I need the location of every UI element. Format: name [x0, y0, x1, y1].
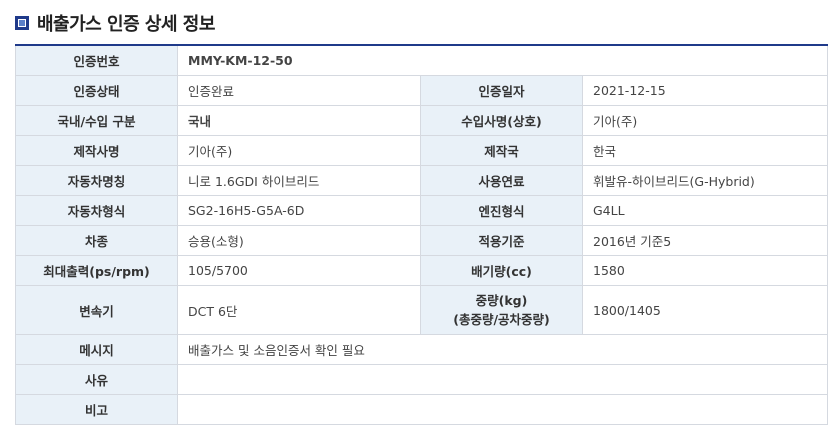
square-bullet-icon [15, 16, 29, 30]
vehicle-name-label: 자동차명칭 [15, 165, 178, 196]
vehicle-type-label: 자동차형식 [15, 195, 178, 226]
cert-no-label: 인증번호 [15, 44, 178, 76]
maker-label: 제작사명 [15, 135, 178, 166]
certification-detail-table: 인증번호 MMY-KM-12-50 인증상태 인증완료 인증일자 2021-12… [15, 44, 828, 425]
displacement-label: 배기량(cc) [420, 255, 583, 286]
origin-value: 국내 [177, 105, 421, 136]
cert-status-label: 인증상태 [15, 75, 178, 106]
table-row: 메시지 배출가스 및 소음인증서 확인 필요 [15, 334, 828, 365]
engine-type-value: G4LL [582, 195, 828, 226]
table-row: 인증번호 MMY-KM-12-50 [15, 44, 828, 76]
engine-type-label: 엔진형식 [420, 195, 583, 226]
weight-label-line1: 중량(kg) [475, 293, 528, 308]
vehicle-name-value: 니로 1.6GDI 하이브리드 [177, 165, 421, 196]
table-row: 국내/수입 구분 국내 수입사명(상호) 기아(주) [15, 105, 828, 136]
table-row: 제작사명 기아(주) 제작국 한국 [15, 135, 828, 166]
vehicle-type-value: SG2-16H5-G5A-6D [177, 195, 421, 226]
importer-value: 기아(주) [582, 105, 828, 136]
remarks-label: 비고 [15, 394, 178, 425]
country-value: 한국 [582, 135, 828, 166]
weight-label: 중량(kg) (총중량/공차중량) [420, 285, 583, 335]
weight-value: 1800/1405 [582, 285, 828, 335]
maker-value: 기아(주) [177, 135, 421, 166]
cert-date-value: 2021-12-15 [582, 75, 828, 106]
category-value: 승용(소형) [177, 225, 421, 256]
table-row: 사유 [15, 364, 828, 395]
cert-status-value: 인증완료 [177, 75, 421, 106]
reason-label: 사유 [15, 364, 178, 395]
displacement-value: 1580 [582, 255, 828, 286]
table-row: 변속기 DCT 6단 중량(kg) (총중량/공차중량) 1800/1405 [15, 285, 828, 335]
table-row: 차종 승용(소형) 적용기준 2016년 기준5 [15, 225, 828, 256]
page-title: 배출가스 인증 상세 정보 [37, 14, 215, 35]
table-row: 비고 [15, 394, 828, 425]
max-output-label: 최대출력(ps/rpm) [15, 255, 178, 286]
table-row: 인증상태 인증완료 인증일자 2021-12-15 [15, 75, 828, 106]
country-label: 제작국 [420, 135, 583, 166]
max-output-value: 105/5700 [177, 255, 421, 286]
page-header: 배출가스 인증 상세 정보 [15, 10, 215, 36]
transmission-label: 변속기 [15, 285, 178, 335]
remarks-value [177, 394, 828, 425]
message-value: 배출가스 및 소음인증서 확인 필요 [177, 334, 828, 365]
message-label: 메시지 [15, 334, 178, 365]
table-row: 자동차형식 SG2-16H5-G5A-6D 엔진형식 G4LL [15, 195, 828, 226]
origin-label: 국내/수입 구분 [15, 105, 178, 136]
importer-label: 수입사명(상호) [420, 105, 583, 136]
fuel-value: 휘발유-하이브리드(G-Hybrid) [582, 165, 828, 196]
standard-label: 적용기준 [420, 225, 583, 256]
transmission-value: DCT 6단 [177, 285, 421, 335]
weight-label-line2: (총중량/공차중량) [453, 312, 550, 327]
standard-value: 2016년 기준5 [582, 225, 828, 256]
cert-date-label: 인증일자 [420, 75, 583, 106]
cert-no-value: MMY-KM-12-50 [177, 44, 828, 76]
table-row: 자동차명칭 니로 1.6GDI 하이브리드 사용연료 휘발유-하이브리드(G-H… [15, 165, 828, 196]
category-label: 차종 [15, 225, 178, 256]
fuel-label: 사용연료 [420, 165, 583, 196]
reason-value [177, 364, 828, 395]
table-row: 최대출력(ps/rpm) 105/5700 배기량(cc) 1580 [15, 255, 828, 286]
